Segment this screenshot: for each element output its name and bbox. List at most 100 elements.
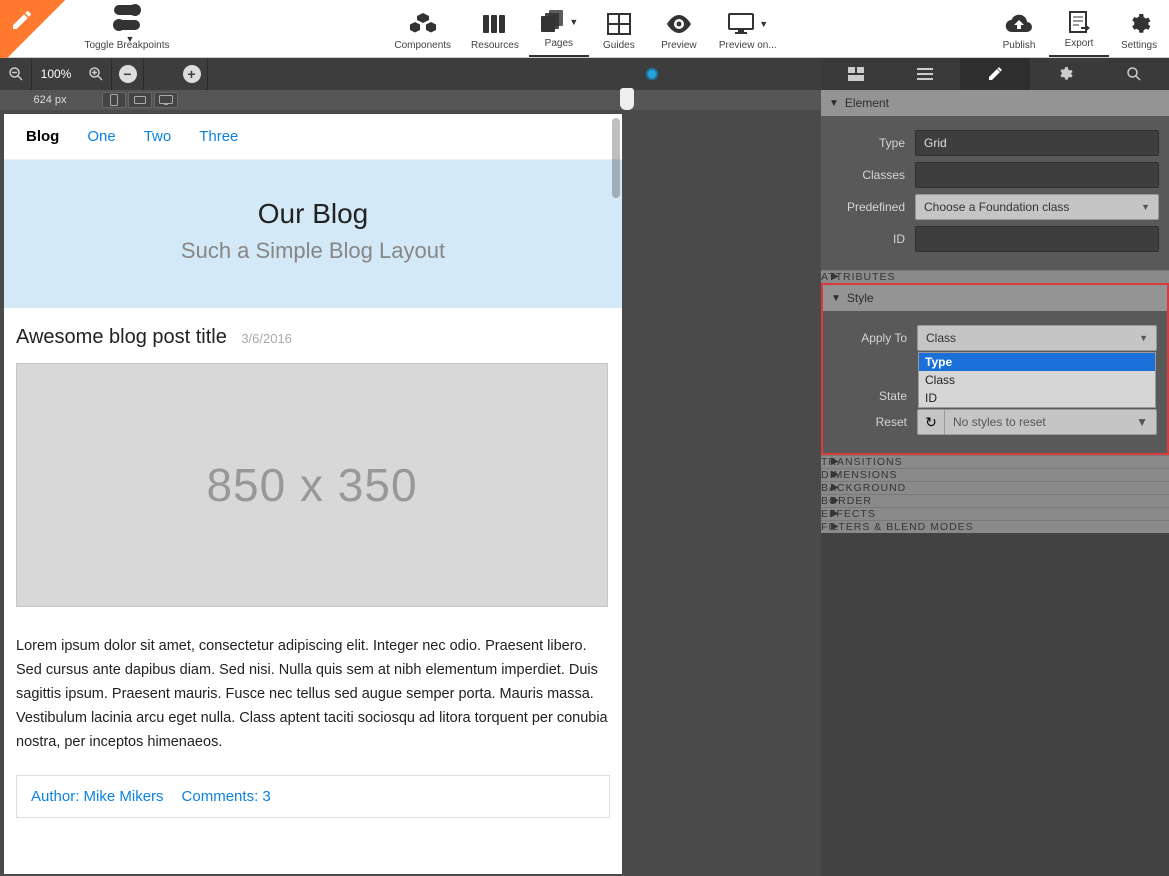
element-header[interactable]: ▼ Element bbox=[821, 90, 1169, 116]
device-phone-portrait-button[interactable] bbox=[102, 92, 126, 108]
breakpoint-marker[interactable] bbox=[620, 88, 634, 110]
pencil-icon bbox=[10, 8, 34, 38]
zoom-out-button[interactable] bbox=[0, 58, 32, 90]
preview-label: Preview bbox=[661, 40, 697, 51]
id-input[interactable] bbox=[915, 226, 1159, 252]
reset-button[interactable]: ↻ bbox=[917, 409, 945, 435]
export-button[interactable]: Export bbox=[1049, 0, 1109, 57]
hero-title: Our Blog bbox=[14, 198, 612, 230]
preview-on-label: Preview on... bbox=[719, 40, 777, 51]
guides-button[interactable]: Guides bbox=[589, 0, 649, 57]
pages-icon: ▼ bbox=[539, 8, 578, 36]
publish-button[interactable]: Publish bbox=[989, 0, 1049, 57]
reset-label: Reset bbox=[833, 415, 917, 429]
classes-input[interactable] bbox=[915, 162, 1159, 188]
export-label: Export bbox=[1065, 38, 1094, 49]
inspector-tab-list[interactable] bbox=[891, 58, 961, 90]
zoom-percent: 100% bbox=[32, 67, 80, 81]
inspector-panel: ▼ Element Type Grid Classes Predefined C… bbox=[821, 58, 1169, 876]
post-date: 3/6/2016 bbox=[241, 331, 292, 346]
dimensions-section-header[interactable]: ▶DIMENSIONS bbox=[821, 468, 1169, 481]
canvas: Blog One Two Three Our Blog Such a Simpl… bbox=[0, 110, 821, 876]
caret-right-icon: ▶ bbox=[831, 469, 840, 480]
blog-post[interactable]: Awesome blog post title 3/6/2016 850 x 3… bbox=[4, 308, 622, 830]
hero-subtitle: Such a Simple Blog Layout bbox=[14, 238, 612, 264]
reset-select[interactable]: No styles to reset ▼ bbox=[945, 409, 1157, 435]
toggle-breakpoints-label: Toggle Breakpoints bbox=[84, 40, 169, 51]
resources-icon bbox=[482, 10, 508, 38]
page-preview[interactable]: Blog One Two Three Our Blog Such a Simpl… bbox=[4, 114, 622, 874]
pages-button[interactable]: ▼ Pages bbox=[529, 0, 589, 57]
style-section: ▼ Style Apply To Class ▼ Type Class ID S… bbox=[821, 283, 1169, 455]
apply-to-select[interactable]: Class ▼ Type Class ID bbox=[917, 325, 1157, 351]
ruler-knob[interactable] bbox=[646, 68, 658, 80]
app-logo[interactable] bbox=[0, 0, 72, 58]
style-header-label: Style bbox=[847, 291, 874, 305]
preview-on-button[interactable]: ▼ Preview on... bbox=[709, 0, 787, 57]
device-phone-landscape-button[interactable] bbox=[128, 92, 152, 108]
zoom-minus-button[interactable]: − bbox=[112, 58, 144, 90]
components-icon bbox=[410, 10, 436, 38]
element-header-label: Element bbox=[845, 96, 889, 110]
device-desktop-button[interactable] bbox=[154, 92, 178, 108]
inspector-tab-search[interactable] bbox=[1099, 58, 1169, 90]
state-label: State bbox=[833, 389, 917, 403]
top-toolbar: ▼ Toggle Breakpoints Components Resource… bbox=[0, 0, 1169, 58]
zoom-in-button[interactable] bbox=[80, 58, 112, 90]
border-section-header[interactable]: ▶BORDER bbox=[821, 494, 1169, 507]
ruler[interactable] bbox=[208, 58, 824, 90]
background-section-header[interactable]: ▶BACKGROUND bbox=[821, 481, 1169, 494]
nav-item-blog[interactable]: Blog bbox=[26, 128, 59, 145]
pages-label: Pages bbox=[545, 38, 573, 49]
caret-right-icon: ▶ bbox=[831, 271, 840, 282]
inspector-tab-settings[interactable] bbox=[1030, 58, 1100, 90]
apply-to-label: Apply To bbox=[833, 331, 917, 345]
inspector-tab-layout[interactable] bbox=[821, 58, 891, 90]
toggle-breakpoints-button[interactable]: ▼ Toggle Breakpoints bbox=[72, 0, 182, 57]
guides-label: Guides bbox=[603, 40, 635, 51]
resources-button[interactable]: Resources bbox=[461, 0, 529, 57]
toggle-icon: ▼ bbox=[114, 10, 140, 38]
transitions-section-header[interactable]: ▶TRANSITIONS bbox=[821, 455, 1169, 468]
predefined-select[interactable]: Choose a Foundation class ▼ bbox=[915, 194, 1159, 220]
preview-button[interactable]: Preview bbox=[649, 0, 709, 57]
type-input[interactable]: Grid bbox=[915, 130, 1159, 156]
nav-item-two[interactable]: Two bbox=[144, 128, 172, 145]
type-label: Type bbox=[831, 136, 915, 150]
filters-section-header[interactable]: ▶FILTERS & BLEND MODES bbox=[821, 520, 1169, 533]
post-title: Awesome blog post title bbox=[16, 326, 227, 348]
cloud-upload-icon bbox=[1005, 10, 1033, 38]
preview-nav: Blog One Two Three bbox=[4, 114, 622, 160]
element-section: ▼ Element Type Grid Classes Predefined C… bbox=[821, 90, 1169, 270]
caret-right-icon: ▶ bbox=[831, 456, 840, 467]
post-image-placeholder[interactable]: 850 x 350 bbox=[16, 363, 608, 607]
hero-section[interactable]: Our Blog Such a Simple Blog Layout bbox=[4, 160, 622, 308]
breakpoint-strip: 624 px bbox=[0, 90, 821, 110]
apply-to-dropdown: Type Class ID bbox=[918, 352, 1156, 408]
inspector-tabs bbox=[821, 58, 1169, 90]
dropdown-option-id[interactable]: ID bbox=[919, 389, 1155, 407]
inspector-tab-style[interactable] bbox=[960, 58, 1030, 90]
dropdown-option-type[interactable]: Type bbox=[919, 353, 1155, 371]
post-meta: Author: Mike Mikers Comments: 3 bbox=[16, 775, 610, 818]
dropdown-option-class[interactable]: Class bbox=[919, 371, 1155, 389]
style-header[interactable]: ▼ Style bbox=[823, 285, 1167, 311]
classes-label: Classes bbox=[831, 168, 915, 182]
components-button[interactable]: Components bbox=[384, 0, 461, 57]
page-scrollbar[interactable] bbox=[612, 118, 620, 198]
predefined-label: Predefined bbox=[831, 200, 915, 214]
nav-item-one[interactable]: One bbox=[87, 128, 115, 145]
attributes-section-header[interactable]: ▶ ATTRIBUTES bbox=[821, 270, 1169, 283]
caret-right-icon: ▶ bbox=[831, 495, 840, 506]
caret-down-icon: ▼ bbox=[829, 98, 839, 109]
settings-label: Settings bbox=[1121, 40, 1157, 51]
post-author[interactable]: Author: Mike Mikers bbox=[31, 788, 164, 805]
guides-icon bbox=[607, 10, 631, 38]
effects-section-header[interactable]: ▶EFFECTS bbox=[821, 507, 1169, 520]
nav-item-three[interactable]: Three bbox=[199, 128, 238, 145]
breakpoint-width: 624 px bbox=[0, 94, 100, 106]
post-comments[interactable]: Comments: 3 bbox=[182, 788, 271, 805]
monitor-icon: ▼ bbox=[727, 10, 768, 38]
zoom-plus-button[interactable]: + bbox=[176, 58, 208, 90]
settings-button[interactable]: Settings bbox=[1109, 0, 1169, 57]
